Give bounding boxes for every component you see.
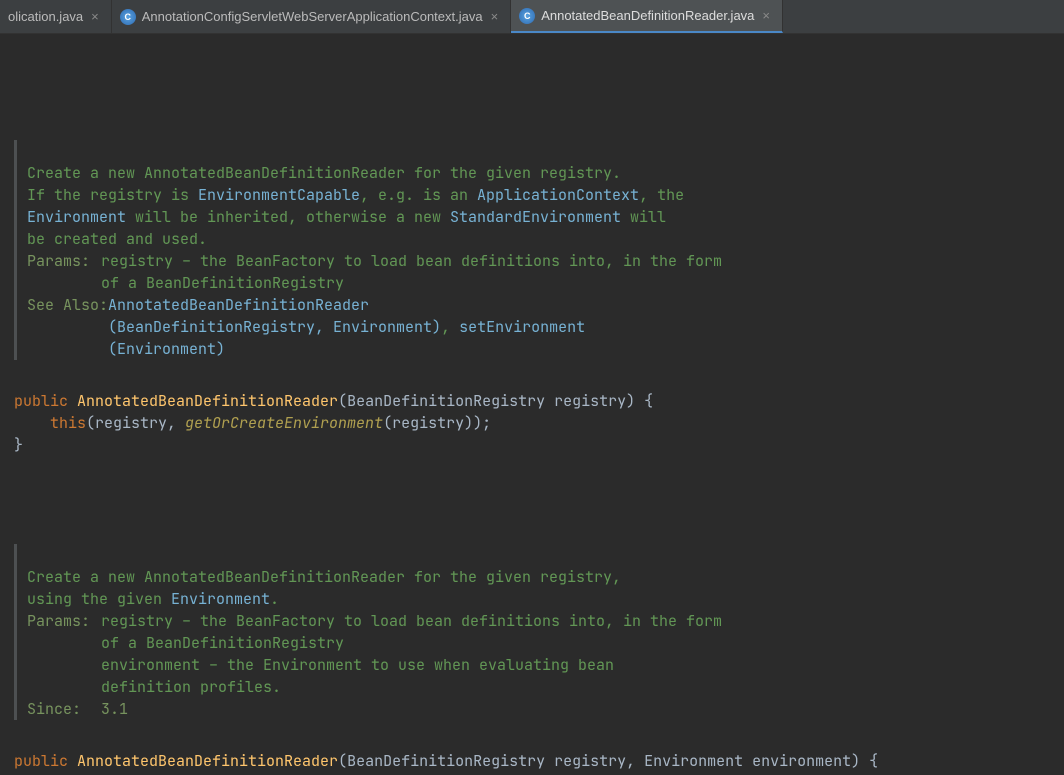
method-call: getOrCreateEnvironment	[185, 413, 383, 433]
javadoc-text: registry – the	[101, 611, 236, 631]
tab-label: AnnotatedBeanDefinitionReader.java	[541, 8, 754, 23]
punct: ) {	[851, 751, 878, 771]
code-editor[interactable]: Create a new AnnotatedBeanDefinitionRead…	[0, 34, 1064, 775]
javadoc-code-ref: AnnotatedBeanDefinitionReader	[144, 567, 405, 587]
javadoc-text: , the	[639, 185, 684, 205]
javadoc-link[interactable]: Environment	[27, 207, 126, 227]
param-type: BeanDefinitionRegistry	[347, 391, 545, 411]
param-name: environment	[743, 751, 851, 771]
punct: ,	[626, 751, 644, 771]
editor-tabs: olication.java × C AnnotationConfigServl…	[0, 0, 1064, 34]
javadoc-code-ref: BeanDefinitionRegistry	[146, 633, 344, 653]
javadoc-text: will	[621, 207, 666, 227]
javadoc-text: Create a new	[27, 567, 144, 587]
javadoc-link[interactable]: StandardEnvironment	[450, 207, 621, 227]
tab-annotatedbeandefreader[interactable]: C AnnotatedBeanDefinitionReader.java ×	[511, 0, 783, 33]
javadoc-text: of a	[101, 273, 146, 293]
javadoc-tag: Params:	[27, 250, 101, 294]
param-name: registry	[545, 751, 626, 771]
punct: (	[338, 751, 347, 771]
keyword-public: public	[14, 751, 68, 771]
javadoc-code-ref: AnnotatedBeanDefinitionReader	[144, 163, 405, 183]
punct: (registry,	[86, 413, 185, 433]
javadoc-block: Create a new AnnotatedBeanDefinitionRead…	[14, 140, 1064, 360]
tab-label: AnnotationConfigServletWebServerApplicat…	[142, 9, 483, 24]
javadoc-code-ref: BeanFactory	[236, 251, 335, 271]
javadoc-text: registry – the	[101, 251, 236, 271]
javadoc-text: for the given registry.	[405, 163, 621, 183]
javadoc-text: using the given	[27, 589, 171, 609]
javadoc-text: to load bean definitions into, in the fo…	[335, 611, 722, 631]
javadoc-text: environment – the	[101, 655, 263, 675]
javadoc-text: .	[270, 589, 279, 609]
javadoc-link[interactable]: Environment	[171, 589, 270, 609]
javadoc-link[interactable]: EnvironmentCapable	[198, 185, 360, 205]
javadoc-tag: Params:	[27, 610, 101, 698]
javadoc-link[interactable]: setEnvironment	[459, 317, 585, 337]
tab-annotationconfig[interactable]: C AnnotationConfigServletWebServerApplic…	[112, 0, 511, 33]
javadoc-params: Params:registry – the BeanFactory to loa…	[27, 610, 1064, 698]
param-name: registry	[545, 391, 626, 411]
constructor-name: AnnotatedBeanDefinitionReader	[77, 391, 338, 411]
javadoc-text: to use when evaluating bean	[362, 655, 614, 675]
param-type: Environment	[644, 751, 743, 771]
javadoc-text: ,	[315, 317, 333, 337]
constructor-name: AnnotatedBeanDefinitionReader	[77, 751, 338, 771]
javadoc-code-ref: BeanFactory	[236, 611, 335, 631]
param-type: BeanDefinitionRegistry	[347, 751, 545, 771]
javadoc-text: definition profiles.	[101, 677, 281, 697]
class-icon: C	[120, 9, 136, 25]
tab-olication[interactable]: olication.java ×	[0, 0, 112, 33]
javadoc-link[interactable]: Environment)	[333, 317, 441, 337]
javadoc-text: will be inherited, otherwise a new	[126, 207, 450, 227]
brace-close: }	[14, 435, 23, 455]
javadoc-since-value: 3.1	[101, 698, 128, 720]
javadoc-link[interactable]: ApplicationContext	[477, 185, 639, 205]
javadoc-code-ref: Environment	[263, 655, 362, 675]
tab-label: olication.java	[8, 9, 83, 24]
class-icon: C	[519, 8, 535, 24]
punct: ) {	[626, 391, 653, 411]
punct: (	[338, 391, 347, 411]
javadoc-block: Create a new AnnotatedBeanDefinitionRead…	[14, 544, 1064, 720]
javadoc-text: of a	[101, 633, 146, 653]
keyword-this: this	[50, 413, 86, 433]
javadoc-text: If the registry is	[27, 185, 198, 205]
javadoc-text: Create a new	[27, 163, 144, 183]
close-icon[interactable]: ×	[489, 9, 501, 24]
javadoc-code-ref: BeanDefinitionRegistry	[146, 273, 344, 293]
javadoc-since: Since:3.1	[27, 698, 1064, 720]
javadoc-tag: Since:	[27, 698, 101, 720]
javadoc-text: , e.g. is an	[360, 185, 477, 205]
javadoc-link[interactable]: (BeanDefinitionRegistry	[108, 317, 315, 337]
javadoc-tag: See Also:	[27, 294, 108, 360]
close-icon[interactable]: ×	[760, 8, 772, 23]
javadoc-link[interactable]: (Environment)	[108, 339, 225, 359]
punct: (registry));	[383, 413, 491, 433]
javadoc-link[interactable]: AnnotatedBeanDefinitionReader	[108, 295, 369, 315]
javadoc-text: ,	[441, 317, 459, 337]
javadoc-seealso: See Also:AnnotatedBeanDefinitionReader (…	[27, 294, 1064, 360]
close-icon[interactable]: ×	[89, 9, 101, 24]
javadoc-text: be created and used.	[27, 229, 207, 249]
keyword-public: public	[14, 391, 68, 411]
javadoc-params: Params:registry – the BeanFactory to loa…	[27, 250, 1064, 294]
javadoc-text: to load bean definitions into, in the fo…	[335, 251, 722, 271]
javadoc-text: for the given registry,	[405, 567, 621, 587]
